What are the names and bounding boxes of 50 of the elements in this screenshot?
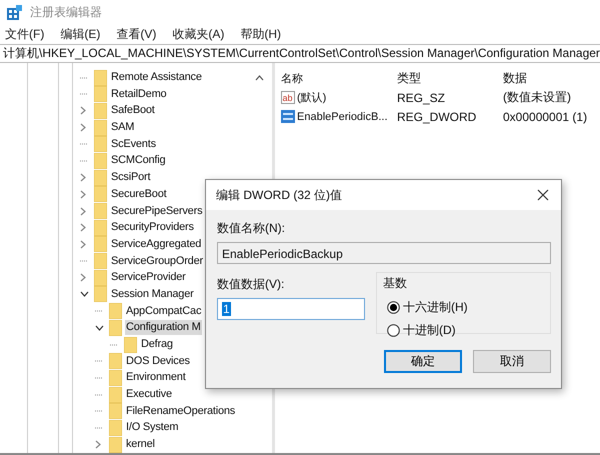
value-name: EnablePeriodicB... <box>297 110 388 123</box>
menu-item[interactable]: 文件(F) <box>5 26 44 43</box>
value-data: (数值未设置) <box>503 89 572 106</box>
tree-item[interactable]: Executive <box>125 387 173 402</box>
string-value-icon: ab <box>281 91 295 104</box>
tree-item[interactable]: ScsiPort <box>110 170 152 186</box>
column-header[interactable]: 名称 <box>281 71 397 86</box>
tree-item[interactable]: AppCompatCac <box>125 304 202 319</box>
dialog-title: 编辑 DWORD (32 位)值 <box>216 186 342 204</box>
tree-item[interactable]: FileRenameOperations <box>125 404 236 419</box>
tree-item[interactable]: Environment <box>125 370 187 386</box>
field-label: 数值名称(N): <box>217 220 286 238</box>
column-header[interactable]: 类型 <box>397 70 503 88</box>
tree-item[interactable]: SafeBoot <box>110 103 156 118</box>
column-header[interactable]: 数据 <box>503 70 598 88</box>
tree-item[interactable]: SecurityProviders <box>110 220 195 236</box>
tree-item[interactable]: kernel <box>125 437 156 452</box>
menu-item[interactable]: 查看(V) <box>116 26 156 43</box>
radio-label: 十六进制(H) <box>403 299 468 316</box>
tree-item[interactable]: SecurePipeServers <box>110 204 204 219</box>
tree-item[interactable]: ServiceAggregated <box>110 236 202 252</box>
address-bar[interactable]: 计算机\HKEY_LOCAL_MACHINE\SYSTEM\CurrentControlSet\Control\Session Manager\Configuration Manager <box>0 44 600 64</box>
value-type: REG_DWORD <box>397 110 478 124</box>
tree-item[interactable]: ScEvents <box>110 136 157 152</box>
tree-item[interactable]: Configuration M <box>125 320 202 336</box>
value-data: 0x00000001 (1) <box>503 110 588 124</box>
tree-item[interactable]: DOS Devices <box>125 354 191 369</box>
tree-item[interactable]: SAM <box>110 120 136 136</box>
menu-item[interactable]: 收藏夹(A) <box>172 26 224 43</box>
tree-item[interactable]: ServiceGroupOrder <box>110 254 204 269</box>
menu-item[interactable]: 编辑(E) <box>60 26 100 43</box>
tree-item[interactable]: RetailDemo <box>110 86 168 102</box>
tree-item[interactable]: Session Manager <box>110 286 195 302</box>
tree-item[interactable]: ServiceProvider <box>110 270 187 286</box>
window-title: 注册表编辑器 <box>30 4 102 21</box>
tree-item[interactable]: Defrag <box>140 337 174 352</box>
tree-item[interactable]: Remote Assistance <box>110 70 203 86</box>
value-type: REG_SZ <box>397 90 446 105</box>
dialog-button[interactable]: 确定 <box>384 350 462 374</box>
dialog-button[interactable]: 取消 <box>473 350 551 374</box>
tree-item[interactable]: SCMConfig <box>110 153 166 168</box>
value-name-field: EnablePeriodicBackup <box>217 242 551 264</box>
menu-item[interactable]: 帮助(H) <box>240 26 281 43</box>
field-label: 数值数据(V): <box>217 276 286 294</box>
tree-item[interactable]: I/O System <box>125 420 180 436</box>
group-label: 基数 <box>383 275 408 292</box>
tree-item[interactable]: SecureBoot <box>110 186 168 202</box>
value-name: (默认) <box>297 91 326 106</box>
value-data-field[interactable]: 1 <box>217 298 365 320</box>
radio-label: 十进制(D) <box>403 322 456 340</box>
